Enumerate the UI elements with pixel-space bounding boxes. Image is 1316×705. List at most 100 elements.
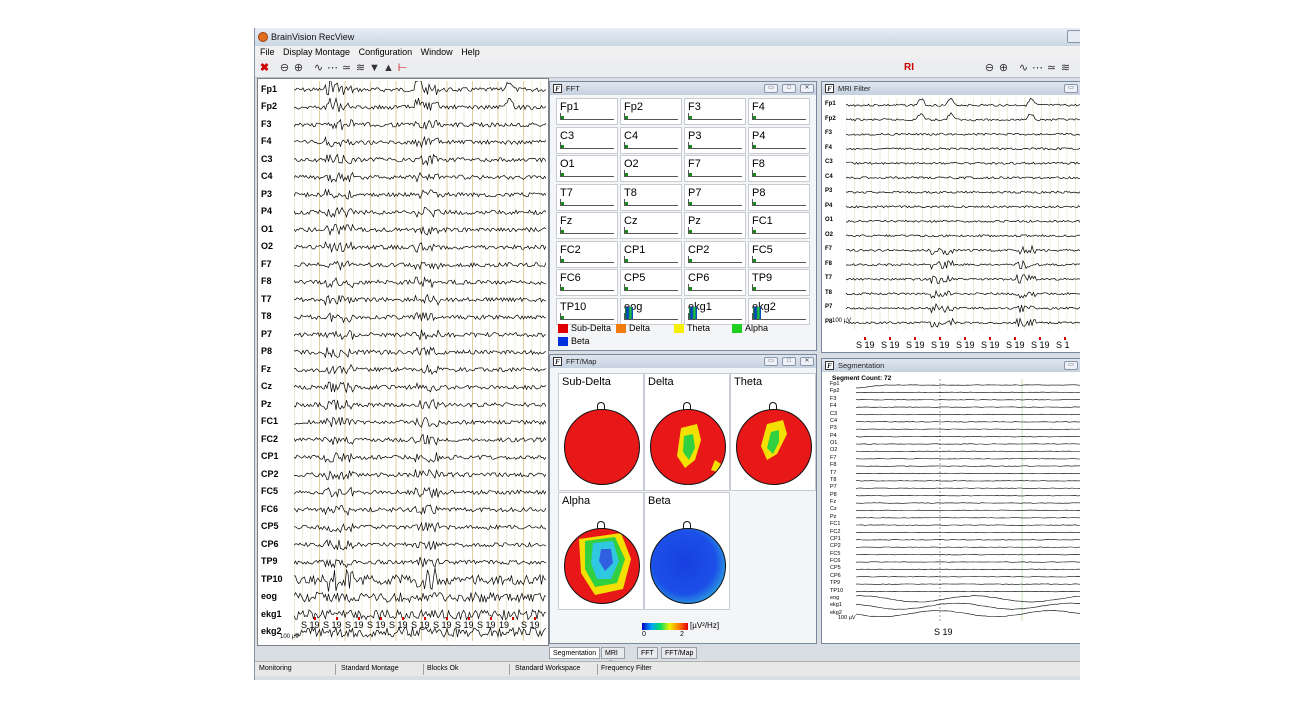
mri-zoom-in-icon[interactable]: ⊕ <box>997 61 1010 75</box>
scale-down-icon[interactable]: ▼ <box>368 61 381 75</box>
marker-label: S 19 <box>1006 340 1025 350</box>
scale-up-icon[interactable]: ▲ <box>382 61 395 75</box>
menu-configuration[interactable]: Configuration <box>359 47 413 57</box>
channel-label: P3 <box>830 425 837 432</box>
fft-maximize-button[interactable]: □ <box>782 84 796 93</box>
menu-window[interactable]: Window <box>421 47 453 57</box>
fft-spectrum-bar <box>561 230 564 233</box>
fft-x-axis <box>624 147 678 149</box>
eeg-traces[interactable] <box>294 81 546 641</box>
mri-baseline-icon[interactable]: ≃ <box>1045 61 1058 75</box>
fft-cell[interactable]: CP1 <box>620 240 682 268</box>
fft-cell[interactable]: C3 <box>556 126 618 154</box>
fft-cell[interactable]: T8 <box>620 183 682 211</box>
tab-fft-map[interactable]: FFT/Map <box>661 647 698 659</box>
menu-file[interactable]: File <box>260 47 275 57</box>
map-theta[interactable]: Theta <box>730 373 816 491</box>
channel-label: T8 <box>825 289 833 296</box>
fft-cell[interactable]: CP2 <box>684 240 746 268</box>
fft-cell[interactable]: F3 <box>684 98 746 125</box>
fft-cell[interactable]: P4 <box>748 126 810 154</box>
tab-mri-filter[interactable]: MRI Filter <box>601 647 625 668</box>
tab-fft[interactable]: FFT <box>637 647 658 659</box>
fft-cell[interactable]: F4 <box>748 98 810 125</box>
channel-label: C4 <box>830 417 838 424</box>
fft-close-button[interactable]: ✕ <box>800 84 814 93</box>
fft-cell[interactable]: CP5 <box>620 269 682 296</box>
fft-x-axis <box>560 147 614 149</box>
fft-cell[interactable]: FC1 <box>748 212 810 239</box>
zoom-in-icon[interactable]: ⊕ <box>292 61 305 75</box>
fft-cell[interactable]: O1 <box>556 155 618 182</box>
fft-cell[interactable]: ekg2 <box>748 297 810 325</box>
fft-cell[interactable]: ekg1 <box>684 297 746 325</box>
channel-label: T7 <box>825 275 833 282</box>
amplitude-icon[interactable]: ∿ <box>312 61 325 75</box>
map-beta[interactable]: Beta <box>644 492 730 610</box>
fft-cell[interactable]: C4 <box>620 126 682 154</box>
seg-minimize-button[interactable]: ▭ <box>1064 361 1078 370</box>
fft-cell[interactable]: Cz <box>620 212 682 239</box>
fft-cell[interactable]: CP6 <box>684 269 746 296</box>
mri-minimize-button[interactable]: ▭ <box>1064 84 1078 93</box>
mri-filter-window: F MRI Filter ▭ Fp1 Fp2 F3 F4 C3 C4 P3 P4 O1 O2 F7 F8… <box>821 81 1080 353</box>
fft-cell[interactable]: TP9 <box>748 269 810 296</box>
fft-cell-label: TP10 <box>560 300 587 313</box>
fft-cell[interactable]: Fp1 <box>556 98 618 125</box>
menu-display-montage[interactable]: Display Montage <box>283 47 350 57</box>
fft-cell[interactable]: Fp2 <box>620 98 682 125</box>
fft-cell-label: T8 <box>624 186 637 199</box>
map-delta[interactable]: Delta <box>644 373 730 491</box>
fft-cell[interactable]: Pz <box>684 212 746 239</box>
event-marker: S 19 <box>956 337 975 350</box>
channel-label: O1 <box>825 217 834 224</box>
mri-amplitude-icon[interactable]: ∿ <box>1017 61 1030 75</box>
tab-segmentation[interactable]: Segmentation <box>549 647 601 659</box>
fft-cell[interactable]: FC5 <box>748 240 810 268</box>
fft-spectrum-bar <box>753 287 756 290</box>
fft-minimize-button[interactable]: ▭ <box>764 84 778 93</box>
eeg-trace <box>294 381 546 394</box>
fftmap-close-button[interactable]: ✕ <box>800 357 814 366</box>
fftmap-maximize-button[interactable]: □ <box>782 357 796 366</box>
baseline-icon[interactable]: ≃ <box>340 61 353 75</box>
fft-cell[interactable]: FC2 <box>556 240 618 268</box>
event-marker: S 19 <box>367 617 386 630</box>
fft-cell[interactable]: eog <box>620 297 682 325</box>
fft-cell[interactable]: TP10 <box>556 297 618 325</box>
eeg-trace <box>294 364 546 375</box>
rl-icon[interactable]: RI <box>901 61 917 75</box>
status-mode: Monitoring <box>259 665 292 672</box>
channel-label: Fp2 <box>261 101 278 112</box>
fft-cell[interactable]: P3 <box>684 126 746 154</box>
fft-x-axis <box>688 176 742 177</box>
stop-icon[interactable]: ✖ <box>258 61 271 75</box>
menu-help[interactable]: Help <box>461 47 480 57</box>
dc-correction-icon[interactable]: ≋ <box>354 61 367 75</box>
mri-time-scale-icon[interactable]: ⋯ <box>1031 61 1044 75</box>
channel-label: P4 <box>825 202 833 209</box>
fft-cell[interactable]: FC6 <box>556 269 618 296</box>
fft-cell[interactable]: P8 <box>748 183 810 211</box>
channel-label: Fp1 <box>261 83 278 94</box>
fftmap-minimize-button[interactable]: ▭ <box>764 357 778 366</box>
fft-cell[interactable]: O2 <box>620 155 682 182</box>
mri-dc-correction-icon[interactable]: ≋ <box>1059 61 1072 75</box>
fft-cell[interactable]: F8 <box>748 155 810 182</box>
time-scale-icon[interactable]: ⋯ <box>326 61 339 75</box>
fft-cell[interactable]: Fz <box>556 212 618 239</box>
marker-icon[interactable]: ⊢ <box>396 61 409 75</box>
fft-cell[interactable]: T7 <box>556 183 618 211</box>
event-marker: S 19 <box>856 337 875 350</box>
fft-cell[interactable]: F7 <box>684 155 746 182</box>
fft-spectrum-bar <box>561 315 564 319</box>
seg-traces[interactable] <box>846 379 1080 621</box>
fft-cell[interactable]: P7 <box>684 183 746 211</box>
fft-x-axis <box>688 261 742 263</box>
mri-zoom-out-icon[interactable]: ⊖ <box>983 61 996 75</box>
zoom-out-icon[interactable]: ⊖ <box>278 61 291 75</box>
minimize-window-button[interactable] <box>1067 30 1080 43</box>
map-alpha[interactable]: Alpha <box>558 492 644 610</box>
mri-traces[interactable] <box>846 98 1080 330</box>
map-sub-delta[interactable]: Sub-Delta <box>558 373 644 491</box>
